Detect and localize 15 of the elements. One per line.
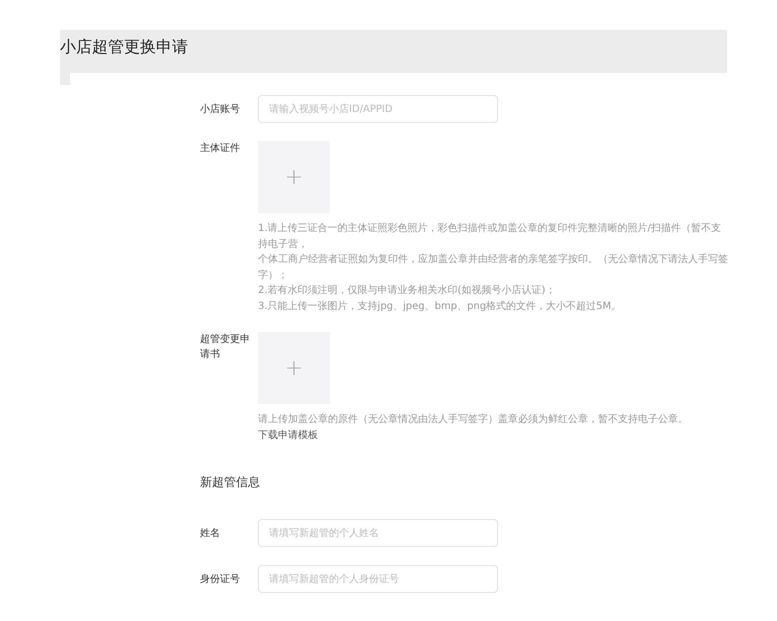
field-label: 姓名 [200, 526, 221, 540]
field-label: 身份证号 [200, 572, 241, 586]
input-field[interactable]: 请填写新超管的个人姓名 [258, 519, 498, 547]
download-template-link[interactable]: 下载申请模板 [258, 430, 318, 440]
field-label: 主体证件 [200, 142, 241, 156]
input-field[interactable]: 请输入视频号小店ID/APPID [258, 95, 498, 123]
upload-button[interactable]: + [258, 332, 330, 404]
upload-instructions: 1.请上传三证合一的主体证照彩色照片，彩色扫描件或加盖公章的复印件完整清晰的照片/扫描件（暂不支持电子营， 个体工商户经营者证照如为复印件，应加盖公章并由经营者的亲笔签字按印。（无公章情况下请法人手写签字）； 2.若有水印须注明，仅限与申请业务相关水印(如视频号小店认证)； 3.只能上传一张图片，支持jpg、jpeg、bmp、png格式的文件，大小不超过5M。 [258, 222, 728, 314]
field-label: 小店账号 [200, 102, 241, 116]
field-label: 超管变更申请书 [200, 332, 250, 362]
upload-button[interactable]: + [258, 141, 330, 213]
page-title: 小店超管更换申请 [60, 37, 189, 56]
upload-instructions: 请上传加盖公章的原件（无公章情况由法人手写签字）盖章必须为鲜红公章，暂不支持电子公章。 下载申请模板 [258, 412, 689, 442]
section-heading: 新超管信息 [199, 474, 261, 491]
input-field[interactable]: 请填写新超管的个人身份证号 [258, 565, 498, 593]
